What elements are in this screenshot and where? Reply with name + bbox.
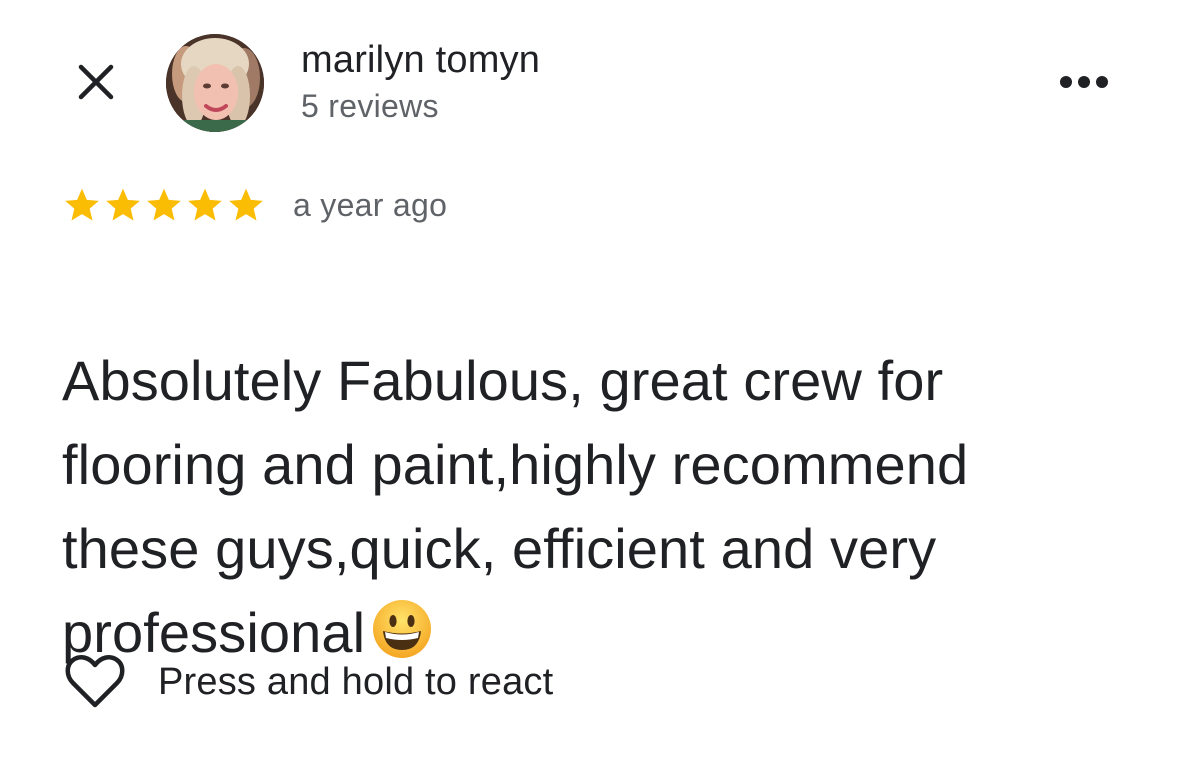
star-icon bbox=[229, 188, 263, 221]
author-info: marilyn tomyn 5 reviews bbox=[301, 38, 540, 126]
react-button[interactable]: Press and hold to react bbox=[64, 652, 553, 712]
avatar[interactable] bbox=[166, 34, 264, 132]
star-icon bbox=[65, 188, 99, 221]
star-rating bbox=[62, 185, 267, 225]
review-text-line: Absolutely Fabulous, great crew for bbox=[62, 349, 944, 412]
review-card: marilyn tomyn 5 reviews a year ago Absol… bbox=[0, 0, 1179, 768]
rating-row: a year ago bbox=[62, 182, 447, 228]
react-label: Press and hold to react bbox=[158, 660, 554, 703]
more-horizontal-icon bbox=[1060, 76, 1108, 88]
review-text: Absolutely Fabulous, great crew for floo… bbox=[62, 255, 1102, 683]
close-icon bbox=[78, 64, 114, 100]
star-icon bbox=[188, 188, 222, 221]
author-review-count: 5 reviews bbox=[301, 88, 439, 124]
star-icon bbox=[147, 188, 181, 221]
review-time: a year ago bbox=[293, 186, 448, 223]
heart-outline-icon bbox=[65, 655, 125, 708]
review-text-line: these guys,quick, efficient and very bbox=[62, 517, 937, 580]
author-name[interactable]: marilyn tomyn bbox=[301, 38, 540, 82]
review-text-line: flooring and paint,highly recommend bbox=[62, 433, 969, 496]
star-icon bbox=[106, 188, 140, 221]
more-options-button[interactable] bbox=[1052, 62, 1116, 102]
close-button[interactable] bbox=[70, 58, 122, 106]
